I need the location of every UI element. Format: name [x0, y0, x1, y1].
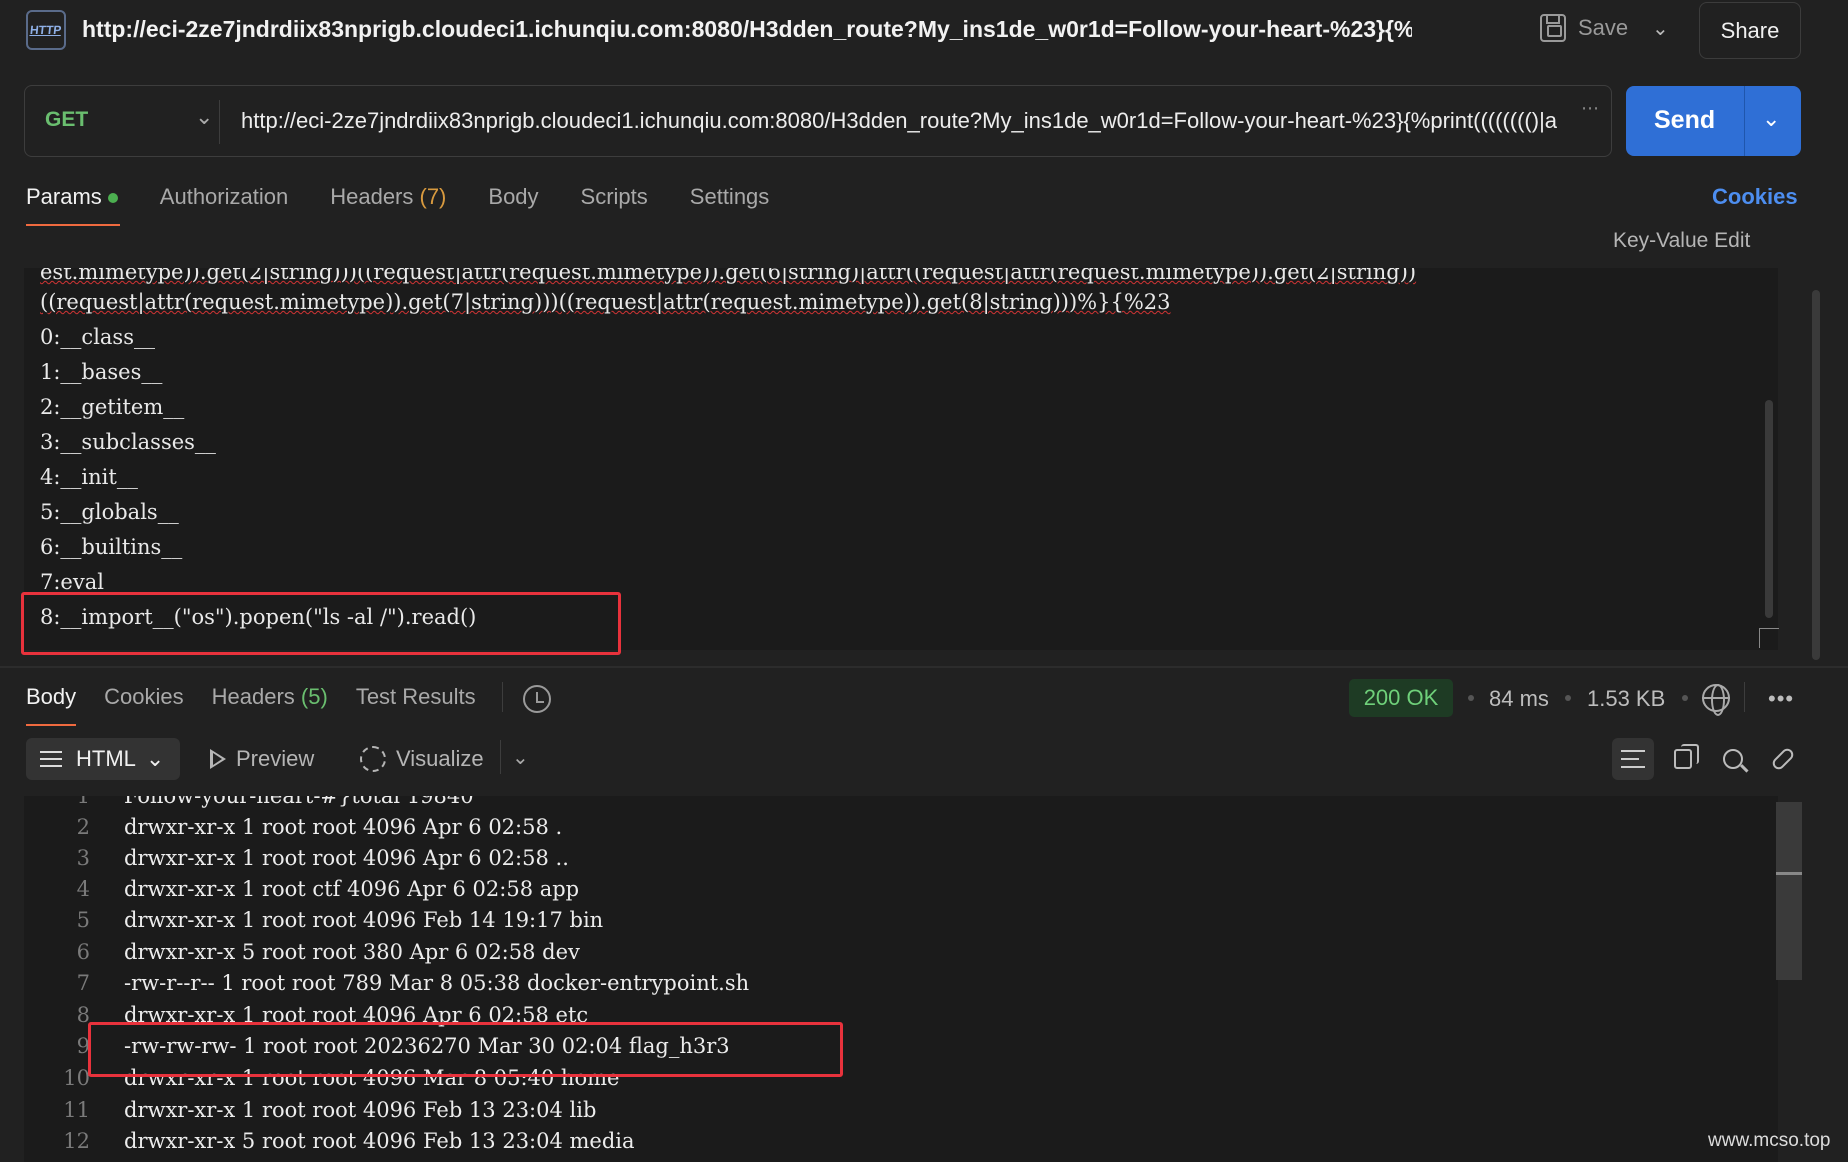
copy-button[interactable] [1662, 738, 1704, 780]
preview-label: Preview [236, 746, 315, 771]
divider [500, 740, 501, 774]
visualize-chevron-down-icon[interactable]: ⌄ [512, 745, 529, 770]
tab-response-cookies[interactable]: Cookies [104, 684, 183, 726]
request-url-bar: GET ⌄ http://eci-2ze7jndrdiix83nprigb.cl… [24, 85, 1612, 157]
divider [219, 100, 220, 144]
visualize-icon [360, 746, 386, 772]
tab-response-headers[interactable]: Headers (5) [212, 684, 328, 726]
cookies-link[interactable]: Cookies [1712, 184, 1798, 210]
visualize-label: Visualize [396, 746, 484, 771]
globe-icon[interactable] [1702, 684, 1730, 716]
request-tabs: Params Authorization Headers (7) Body Sc… [26, 184, 769, 226]
wrap-icon [1621, 750, 1645, 768]
visualize-button[interactable]: Visualize [360, 746, 484, 772]
status-badge[interactable]: 200 OK [1349, 679, 1453, 717]
params-line: 2:__getitem__ [40, 395, 185, 419]
send-label: Send [1654, 106, 1716, 134]
highlight-box [21, 592, 621, 655]
params-line: 5:__globals__ [40, 500, 179, 524]
params-line: ((request|attr(request.mimetype)).get(7|… [40, 290, 1171, 314]
watermark: www.mcso.top [1708, 1130, 1831, 1151]
search-icon [1723, 749, 1743, 769]
scrollbar-marker [1776, 872, 1802, 875]
tab-body[interactable]: Body [488, 184, 538, 226]
headers-count: (7) [419, 184, 447, 209]
tab-scripts[interactable]: Scripts [581, 184, 648, 226]
code-line: 4 drwxr-xr-x 1 root ctf 4096 Apr 6 02:58 … [76, 877, 580, 901]
send-options-chevron-down-icon[interactable]: ⌄ [1762, 106, 1780, 132]
separator-dot [1682, 695, 1688, 701]
preview-button[interactable]: Preview [210, 746, 314, 772]
panel-scrollbar[interactable] [1812, 290, 1820, 660]
response-time[interactable]: 84 ms [1489, 686, 1549, 712]
separator-dot [1565, 695, 1571, 701]
method-select[interactable]: GET [45, 108, 88, 132]
format-select[interactable]: HTML ⌄ [26, 738, 180, 780]
response-scrollbar[interactable] [1776, 802, 1802, 980]
response-tools [1612, 738, 1804, 780]
code-line: 1 Follow-your-heart-#}total 19840 [76, 796, 474, 808]
link-button[interactable] [1762, 738, 1804, 780]
response-size[interactable]: 1.53 KB [1587, 686, 1665, 712]
params-line: est.mimetype)).get(2|string)))((request|… [40, 268, 1417, 284]
response-headers-count: (5) [300, 684, 328, 709]
panel-divider[interactable] [0, 666, 1848, 668]
code-line: 6 drwxr-xr-x 5 root root 380 Apr 6 02:58 … [76, 940, 580, 964]
request-title[interactable]: http://eci-2ze7jndrdiix83nprigb.cloudeci… [82, 16, 1412, 43]
code-line: 5 drwxr-xr-x 1 root root 4096 Feb 14 19:1… [76, 908, 604, 932]
save-button[interactable]: Save [1540, 14, 1628, 42]
tab-settings[interactable]: Settings [690, 184, 770, 226]
highlight-box [88, 1022, 843, 1077]
tab-test-results[interactable]: Test Results [356, 684, 476, 726]
format-icon [40, 749, 66, 769]
save-options-chevron-down-icon[interactable]: ⌄ [1652, 16, 1669, 41]
http-request-icon: HTTP [26, 10, 66, 50]
response-body-editor[interactable]: 1 Follow-your-heart-#}total 19840 2 drwxr-… [24, 796, 1778, 1162]
code-line: 11 drwxr-xr-x 1 root root 4096 Feb 13 23:… [63, 1098, 597, 1122]
tab-params[interactable]: Params [26, 184, 120, 226]
code-line: 3 drwxr-xr-x 1 root root 4096 Apr 6 02:58… [76, 846, 569, 870]
divider [1744, 86, 1745, 156]
more-options-icon[interactable]: ••• [1768, 686, 1794, 712]
params-scrollbar[interactable] [1765, 400, 1773, 618]
history-icon[interactable] [523, 685, 551, 713]
params-line: 6:__builtins__ [40, 535, 183, 559]
response-tabs: Body Cookies Headers (5) Test Results [26, 684, 476, 726]
divider [1744, 682, 1745, 712]
params-line: 4:__init__ [40, 465, 138, 489]
url-overflow-ellipsis-icon: ⋯ [1581, 98, 1599, 118]
tab-authorization[interactable]: Authorization [160, 184, 288, 226]
params-line: 0:__class__ [40, 325, 155, 349]
params-line: 7:eval [40, 570, 104, 594]
title-bar: HTTP http://eci-2ze7jndrdiix83nprigb.clo… [0, 0, 1848, 62]
divider [502, 682, 503, 712]
copy-icon [1674, 744, 1699, 769]
save-icon [1540, 14, 1566, 42]
code-line: 2 drwxr-xr-x 1 root root 4096 Apr 6 02:58… [76, 815, 563, 839]
params-line: 3:__subclasses__ [40, 430, 216, 454]
save-label: Save [1578, 15, 1629, 40]
separator-dot [1468, 695, 1474, 701]
code-line: 12 drwxr-xr-x 5 root root 4096 Feb 13 23:… [63, 1129, 635, 1153]
search-button[interactable] [1712, 738, 1754, 780]
send-button[interactable]: Send ⌄ [1626, 86, 1801, 156]
share-button[interactable]: Share [1699, 2, 1801, 59]
key-value-edit-toggle[interactable]: Key-Value Edit [1613, 229, 1750, 253]
url-input[interactable]: http://eci-2ze7jndrdiix83nprigb.cloudeci… [241, 108, 1581, 134]
resize-handle-icon[interactable] [1759, 628, 1779, 648]
play-icon [210, 749, 226, 769]
link-icon [1770, 746, 1796, 772]
tab-response-body[interactable]: Body [26, 684, 77, 726]
format-chevron-down-icon: ⌄ [145, 746, 165, 771]
format-label: HTML [76, 746, 136, 771]
tab-headers[interactable]: Headers (7) [330, 184, 446, 226]
params-line: 1:__bases__ [40, 360, 163, 384]
wrap-lines-button[interactable] [1612, 738, 1654, 780]
code-line: 7 -rw-r--r-- 1 root root 789 Mar 8 05:38 … [76, 971, 750, 995]
method-chevron-down-icon[interactable]: ⌄ [195, 104, 213, 130]
params-active-dot-icon [107, 193, 118, 204]
